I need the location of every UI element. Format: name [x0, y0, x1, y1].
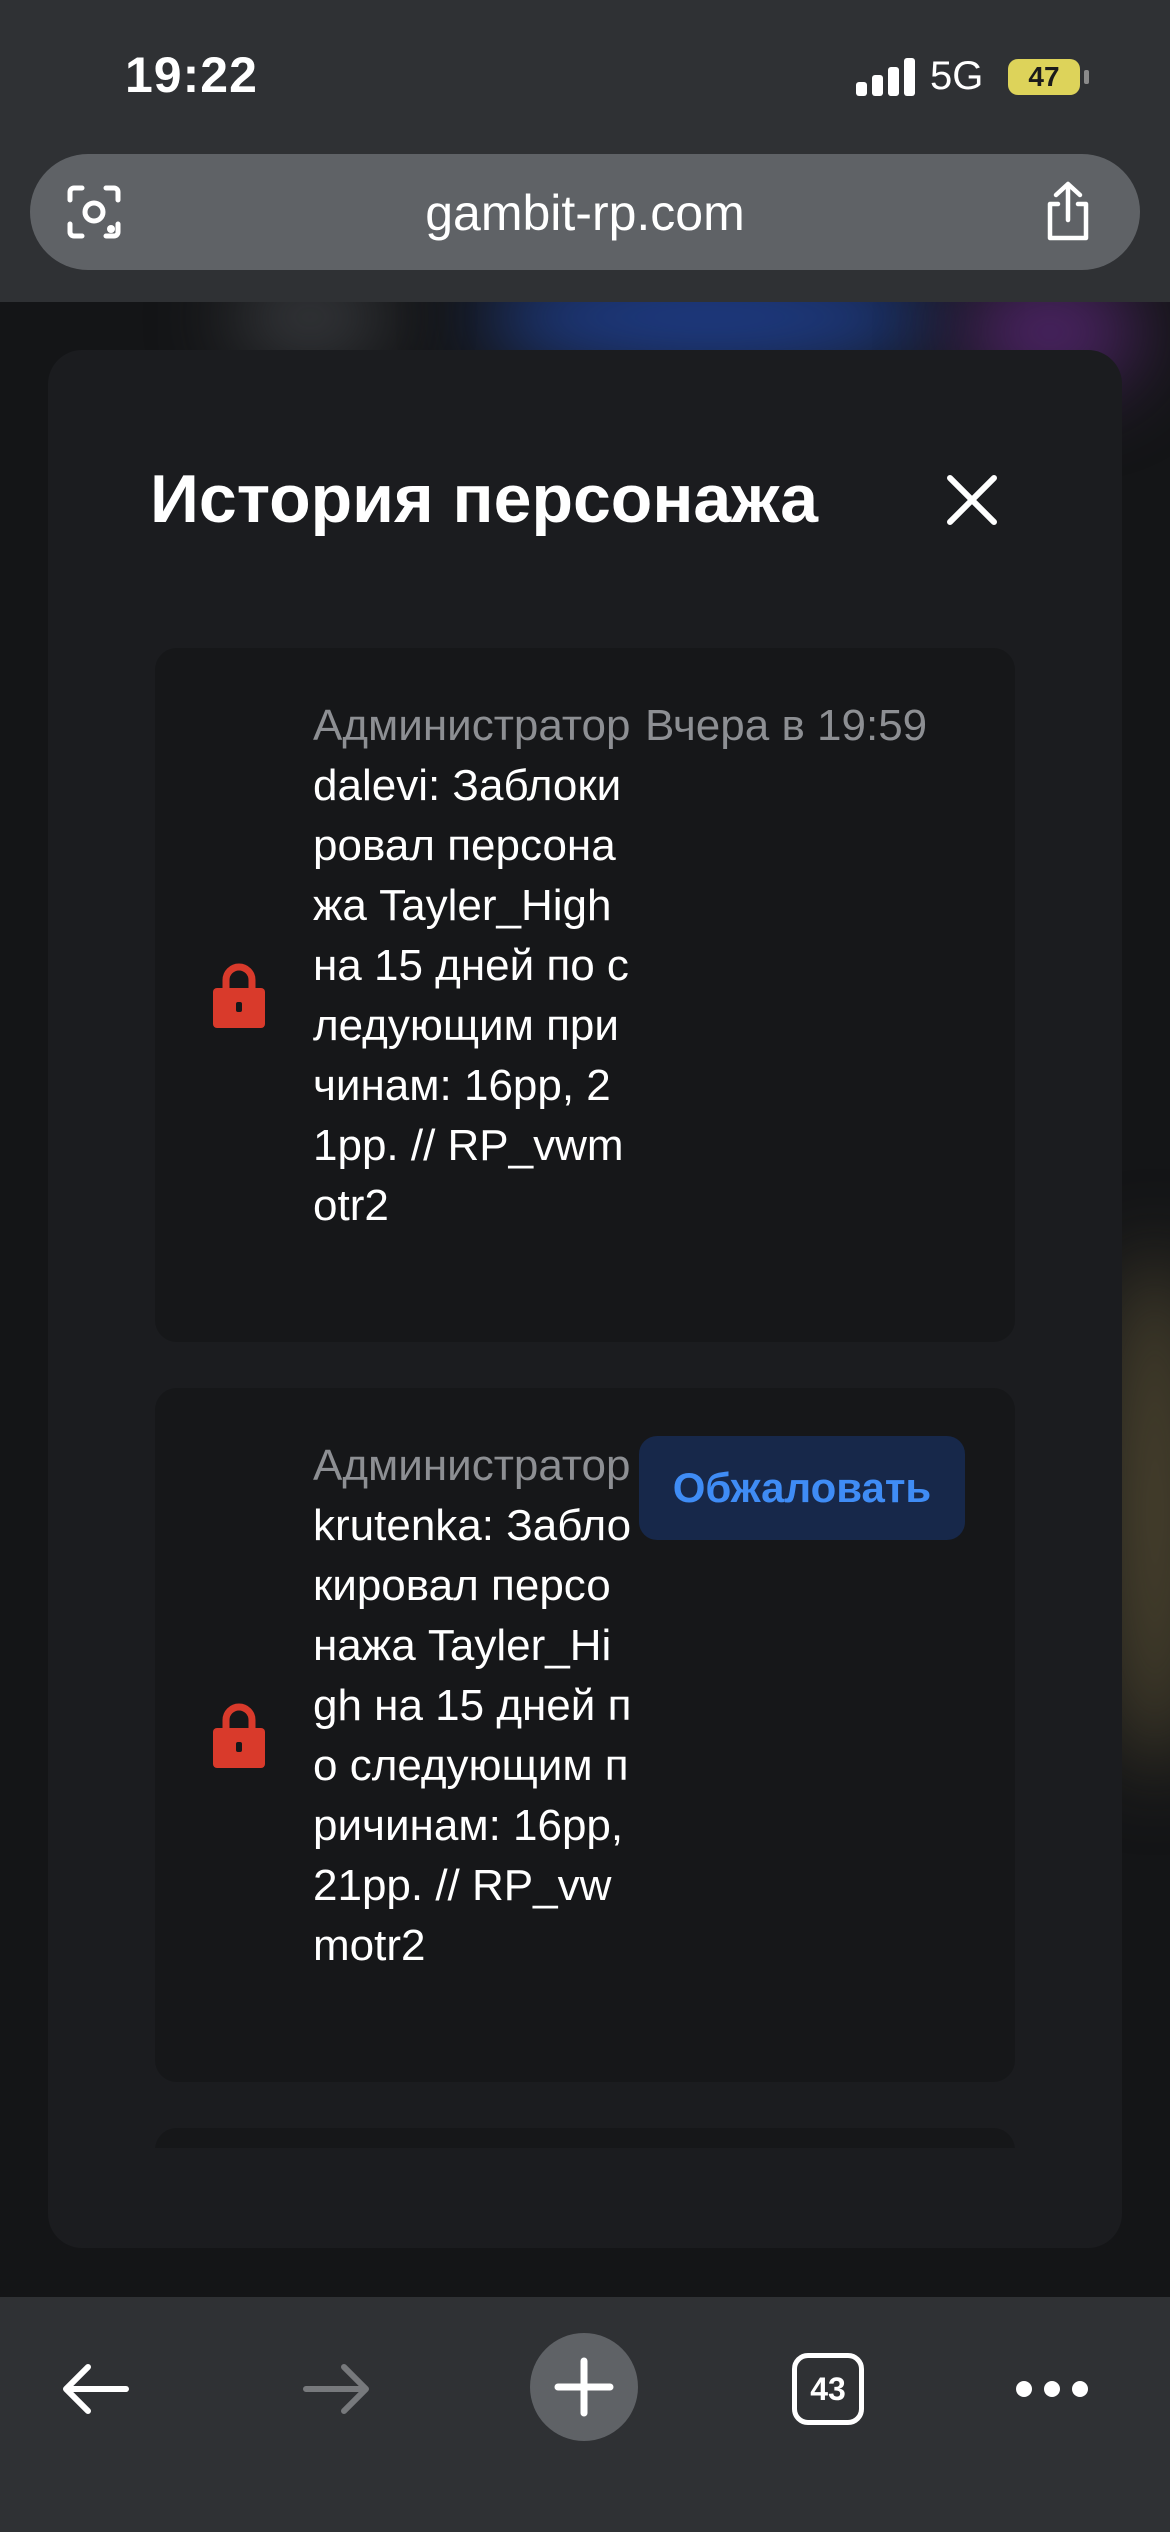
status-time: 19:22	[125, 47, 258, 103]
entry-admin: dalevi	[313, 761, 428, 810]
history-list[interactable]: Администратор dalevi: Заблокировал персо…	[155, 648, 1015, 2148]
address-bar[interactable]: gambit-rp.com	[30, 154, 1140, 270]
status-bar: 19:22 5G 47	[0, 0, 1170, 150]
more-icon[interactable]	[1014, 2377, 1090, 2401]
entry-admin: krutenka	[313, 1501, 482, 1550]
history-entry: Администратор krutenka: Заблокировал пер…	[155, 1388, 1015, 2082]
lock-icon	[213, 1703, 265, 1768]
modal-title: История персонажа	[150, 461, 819, 537]
battery-tip	[1084, 70, 1089, 84]
entry-text: Администратор dalevi: Заблокировал персо…	[313, 701, 631, 1230]
appeal-button[interactable]: Обжаловать	[639, 1436, 965, 1540]
entry-role: Администратор	[313, 701, 631, 750]
share-icon[interactable]	[1040, 180, 1096, 242]
battery-level: 47	[1028, 61, 1060, 92]
back-arrow-icon[interactable]	[58, 2359, 132, 2419]
browser-header: gambit-rp.com	[0, 150, 1170, 302]
history-entry: Администратор dalevi: Заблокировал персо…	[155, 648, 1015, 1342]
plus-icon	[554, 2357, 614, 2417]
network-type: 5G	[930, 54, 984, 98]
battery-charging-icon: 47	[1008, 59, 1080, 95]
entry-text: Администратор krutenka: Заблокировал пер…	[313, 1441, 632, 1970]
history-entry-partial	[155, 2128, 1015, 2148]
browser-toolbar: 43	[0, 2297, 1170, 2532]
forward-arrow-icon[interactable]	[300, 2359, 374, 2419]
signal-icon	[856, 58, 916, 96]
entry-message: Заблокировал персонажа Tayler_High на 15…	[313, 1501, 632, 1970]
lock-icon	[213, 963, 265, 1028]
tab-count: 43	[810, 2370, 846, 2407]
entry-time: Вчера в 19:59	[645, 701, 928, 750]
entry-role: Администратор	[313, 1441, 631, 1490]
tabs-icon[interactable]: 43	[792, 2353, 864, 2425]
url-text: gambit-rp.com	[425, 185, 745, 241]
close-icon[interactable]	[940, 468, 1004, 532]
character-history-modal: История персонажа Администратор dalevi: …	[48, 350, 1122, 2248]
new-tab-button[interactable]	[530, 2333, 638, 2441]
entry-message: Заблокировал персонажа Tayler_High на 15…	[313, 761, 629, 1230]
